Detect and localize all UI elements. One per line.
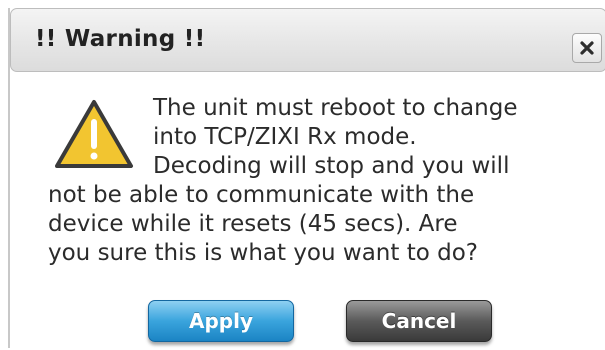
message-line: The unit must reboot to change [153, 95, 518, 121]
message-line: into TCP/ZIXI Rx mode. [153, 124, 417, 150]
cancel-button[interactable]: Cancel [346, 300, 492, 342]
message-line: Decoding will stop and you will [153, 153, 510, 179]
message-line: device while it resets (45 secs). Are [48, 211, 458, 237]
dialog-title-bar: !! Warning !! [10, 8, 605, 72]
message-line: you sure this is what you want to do? [48, 240, 478, 266]
close-x-icon [580, 41, 594, 55]
message-line: not be able to communicate with the [48, 182, 475, 208]
close-button[interactable] [572, 33, 602, 63]
apply-button[interactable]: Apply [148, 300, 294, 342]
warning-triangle-icon [55, 100, 133, 168]
warning-dialog: !! Warning !! The unit must reboot to ch… [8, 8, 605, 348]
dialog-title: !! Warning !! [35, 26, 206, 52]
